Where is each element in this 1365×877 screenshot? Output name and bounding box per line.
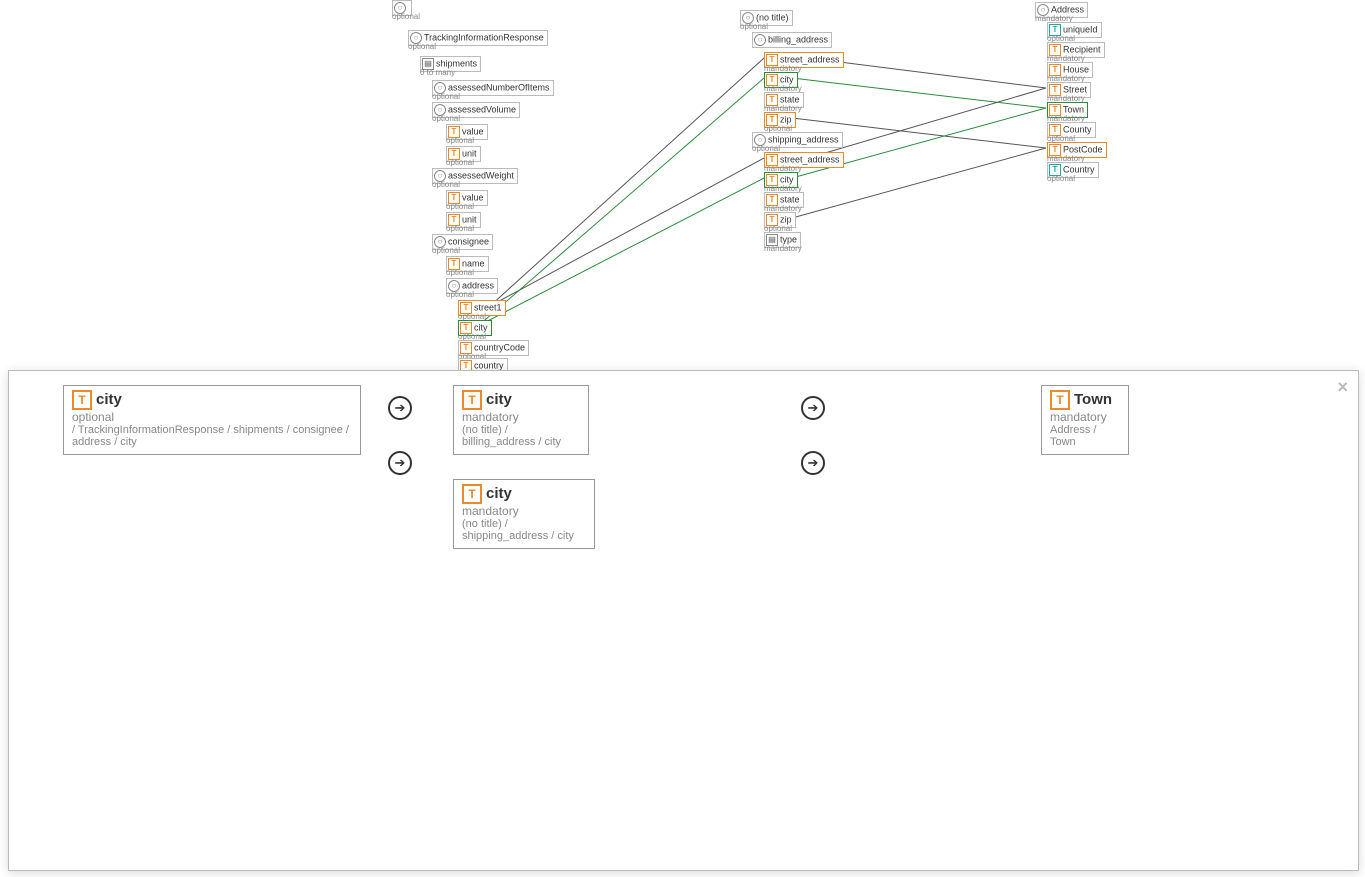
card-source-city[interactable]: Tcity optional / TrackingInformationResp…: [63, 385, 361, 455]
transform-arrow-icon[interactable]: ➔: [388, 451, 412, 475]
card-town[interactable]: TTown mandatory Address / Town: [1041, 385, 1129, 455]
root-canvas: ○optional○TrackingInformationResponseopt…: [0, 0, 1365, 877]
tree-node-sub: optional: [446, 268, 474, 277]
tree-node-sub: optional: [446, 202, 474, 211]
mapping-modal: × Tcity optional / TrackingInformationRe…: [8, 370, 1359, 871]
tree-node-sub: optional: [1047, 174, 1075, 183]
transform-arrow-icon[interactable]: ➔: [801, 451, 825, 475]
tree-node-sub: optional: [392, 12, 420, 21]
type-icon: T: [462, 390, 482, 410]
tree-node-sub: optional: [446, 224, 474, 233]
card-path: Address / Town: [1050, 424, 1120, 448]
transform-arrow-icon[interactable]: ➔: [801, 396, 825, 420]
tree-node-sub: optional: [446, 290, 474, 299]
card-title: Town: [1074, 391, 1112, 408]
close-icon[interactable]: ×: [1337, 377, 1348, 398]
tree-node-sub: optional: [432, 92, 460, 101]
tree-node-sub: optional: [446, 136, 474, 145]
tree-node-sub: mandatory: [764, 244, 802, 253]
tree-node-sub: optional: [432, 246, 460, 255]
card-billing-city[interactable]: Tcity mandatory (no title) / billing_add…: [453, 385, 589, 455]
tree-node-sub: optional: [432, 180, 460, 189]
card-shipping-city[interactable]: Tcity mandatory (no title) / shipping_ad…: [453, 479, 595, 549]
transform-arrow-icon[interactable]: ➔: [388, 396, 412, 420]
tree-node-sub: optional: [446, 158, 474, 167]
card-title: city: [96, 391, 122, 408]
card-mandopt: mandatory: [1050, 410, 1120, 424]
card-path: (no title) / billing_address / city: [462, 424, 580, 448]
type-icon: T: [72, 390, 92, 410]
card-title: city: [486, 485, 512, 502]
tree-node-sub: optional: [740, 22, 768, 31]
card-mandopt: mandatory: [462, 410, 580, 424]
type-icon: T: [1050, 390, 1070, 410]
card-title: city: [486, 391, 512, 408]
tree-node-sub: optional: [408, 42, 436, 51]
card-mandopt: optional: [72, 410, 352, 424]
type-icon: T: [462, 484, 482, 504]
card-mandopt: mandatory: [462, 504, 586, 518]
card-path: (no title) / shipping_address / city: [462, 518, 586, 542]
tree-node-sub: 0 to many: [420, 68, 455, 77]
tree-node[interactable]: ○billing_address: [752, 32, 832, 48]
card-path: / TrackingInformationResponse / shipment…: [72, 424, 352, 448]
tree-node-sub: optional: [432, 114, 460, 123]
